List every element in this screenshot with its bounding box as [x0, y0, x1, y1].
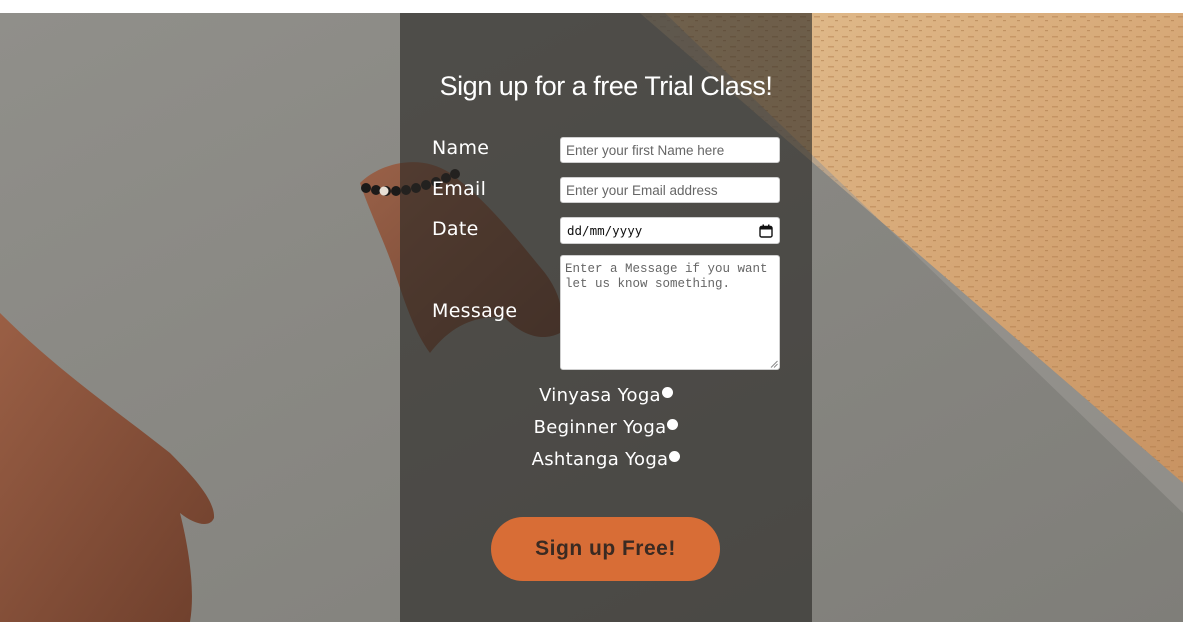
- radio-dot-icon[interactable]: [667, 419, 679, 430]
- message-label: Message: [432, 300, 518, 322]
- class-option-label: Vinyasa Yoga: [539, 385, 661, 406]
- form-title: Sign up for a free Trial Class!: [439, 71, 773, 101]
- radio-dot-icon[interactable]: [669, 451, 681, 462]
- class-option-vinyasa[interactable]: Vinyasa Yoga: [400, 385, 812, 406]
- email-input[interactable]: [560, 177, 780, 203]
- class-option-beginner[interactable]: Beginner Yoga: [400, 417, 812, 438]
- name-input[interactable]: [560, 137, 780, 163]
- class-option-label: Ashtanga Yoga: [531, 449, 669, 470]
- calendar-icon[interactable]: [759, 224, 773, 238]
- signup-submit-button[interactable]: Sign up Free!: [491, 517, 720, 581]
- hero-section: Sign up for a free Trial Class! Name Ema…: [0, 13, 1183, 622]
- date-label: Date: [432, 218, 479, 240]
- resize-grip-icon[interactable]: [770, 360, 778, 368]
- radio-dot-icon[interactable]: [661, 387, 673, 398]
- signup-form-panel: Sign up for a free Trial Class! Name Ema…: [400, 13, 812, 622]
- date-value: dd/mm/yyyy: [567, 223, 643, 238]
- name-label: Name: [432, 137, 490, 159]
- class-option-label: Beginner Yoga: [533, 417, 667, 438]
- date-input[interactable]: dd/mm/yyyy: [560, 217, 780, 244]
- message-textarea[interactable]: [560, 255, 780, 370]
- class-option-ashtanga[interactable]: Ashtanga Yoga: [400, 449, 812, 470]
- email-label: Email: [432, 178, 487, 200]
